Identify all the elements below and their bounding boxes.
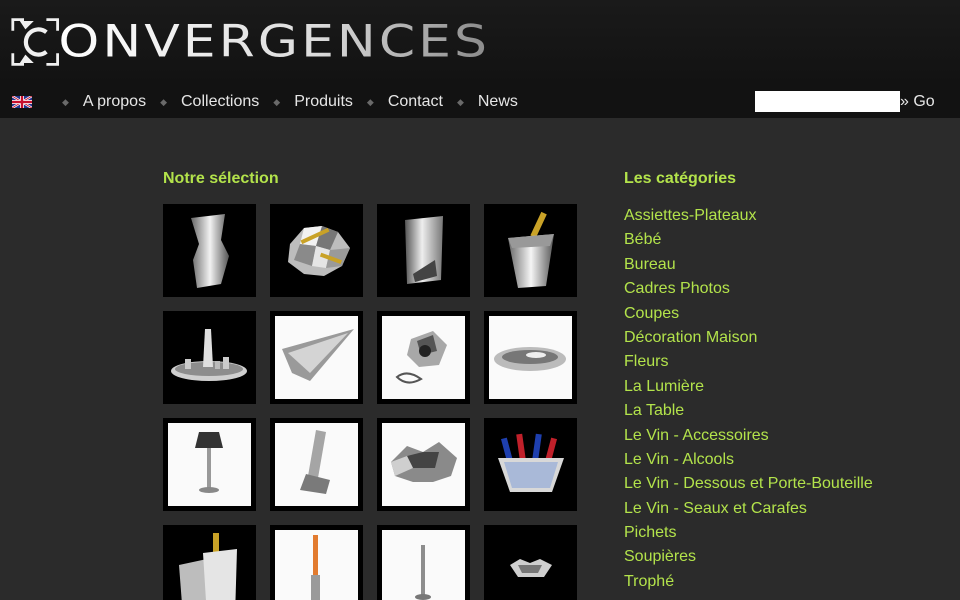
nav-separator-icon: ◆ <box>456 96 464 107</box>
lamp-icon <box>195 432 223 493</box>
product-thumb-ice-bucket-icon[interactable] <box>484 418 577 511</box>
product-thumb-oval-dish-icon[interactable] <box>484 311 577 404</box>
category-link[interactable]: Cadres Photos <box>624 277 873 301</box>
categories-title: Les catégories <box>624 170 737 187</box>
product-thumb-candlestick-icon[interactable] <box>270 525 363 600</box>
leaf-dish-icon <box>282 329 354 381</box>
candlestick-icon <box>311 535 320 600</box>
star-bowl-icon <box>391 442 457 482</box>
product-thumb-lamp-icon[interactable] <box>163 418 256 511</box>
product-thumb-leaf-dish-icon[interactable] <box>270 311 363 404</box>
nav-item-contact[interactable]: Contact <box>388 93 443 111</box>
selection-title: Notre sélection <box>163 170 279 187</box>
search-go-button[interactable]: » Go <box>900 93 935 111</box>
search-input[interactable] <box>755 91 900 112</box>
nav-item-produits[interactable]: Produits <box>294 93 353 111</box>
candle-holder-icon <box>415 545 431 600</box>
category-link[interactable]: Décoration Maison <box>624 326 873 350</box>
category-link[interactable]: Pichets <box>624 521 873 545</box>
category-link[interactable]: Fleurs <box>624 350 873 374</box>
product-thumb-wine-cooler-icon[interactable] <box>377 204 470 297</box>
ice-bucket-icon <box>498 433 564 492</box>
category-link[interactable]: Le Vin - Accessoires <box>624 424 873 448</box>
category-link[interactable]: Bureau <box>624 253 873 277</box>
small-bowl-icon <box>510 559 552 577</box>
product-thumb-sculpture-icon[interactable] <box>270 418 363 511</box>
nav-item-collections[interactable]: Collections <box>181 93 259 111</box>
vase-icon <box>191 214 229 288</box>
nav-item-news[interactable]: News <box>478 93 518 111</box>
nav-separator-icon: ◆ <box>160 96 167 107</box>
site-header: ONVERGENCES <box>0 0 960 86</box>
uk-flag-icon[interactable] <box>12 96 32 108</box>
category-link[interactable]: Le Vin - Dessous et Porte-Bouteille <box>624 472 873 496</box>
category-link[interactable]: Assiettes-Plateaux <box>624 204 873 228</box>
brand-name: ONVERGENCES <box>58 11 490 73</box>
category-link[interactable]: La Lumière <box>624 375 873 399</box>
logo-c-mark-icon <box>11 18 59 66</box>
sculpture-icon <box>300 430 330 494</box>
product-thumb-tray-icon[interactable] <box>163 311 256 404</box>
product-thumb-champagne-bucket-icon[interactable] <box>484 204 577 297</box>
pitcher-icon <box>395 331 447 384</box>
champagne-bucket-icon <box>508 211 554 288</box>
category-list: Assiettes-Plateaux Bébé Bureau Cadres Ph… <box>624 204 873 594</box>
product-thumb-small-bowl-icon[interactable] <box>484 525 577 600</box>
nav-item-a-propos[interactable]: A propos <box>83 93 146 111</box>
product-thumb-vase-icon[interactable] <box>163 204 256 297</box>
category-link[interactable]: La Table <box>624 399 873 423</box>
oval-dish-icon <box>494 347 566 371</box>
nav-separator-icon: ◆ <box>273 96 281 107</box>
category-link[interactable]: Soupières <box>624 545 873 569</box>
nav-separator-icon: ◆ <box>366 96 374 107</box>
product-thumb-faceted-bowl-icon[interactable] <box>270 204 363 297</box>
nav-items: ◆ A propos ◆ Collections ◆ Produits ◆ Co… <box>48 86 518 118</box>
product-thumb-pitcher-icon[interactable] <box>377 311 470 404</box>
faceted-bowl-icon <box>288 226 350 276</box>
product-thumb-candle-holder-icon[interactable] <box>377 525 470 600</box>
nav-separator-icon: ◆ <box>62 96 69 107</box>
category-link[interactable]: Trophé <box>624 570 873 594</box>
product-thumb-bottle-cooler-icon[interactable] <box>163 525 256 600</box>
site-logo[interactable]: ONVERGENCES <box>10 6 490 78</box>
category-link[interactable]: Bébé <box>624 228 873 252</box>
product-thumb-star-bowl-icon[interactable] <box>377 418 470 511</box>
category-link[interactable]: Le Vin - Seaux et Carafes <box>624 497 873 521</box>
category-link[interactable]: Le Vin - Alcools <box>624 448 873 472</box>
tray-icon <box>171 329 247 381</box>
wine-cooler-icon <box>405 216 443 284</box>
bottle-cooler-icon <box>179 533 237 600</box>
category-link[interactable]: Coupes <box>624 302 873 326</box>
